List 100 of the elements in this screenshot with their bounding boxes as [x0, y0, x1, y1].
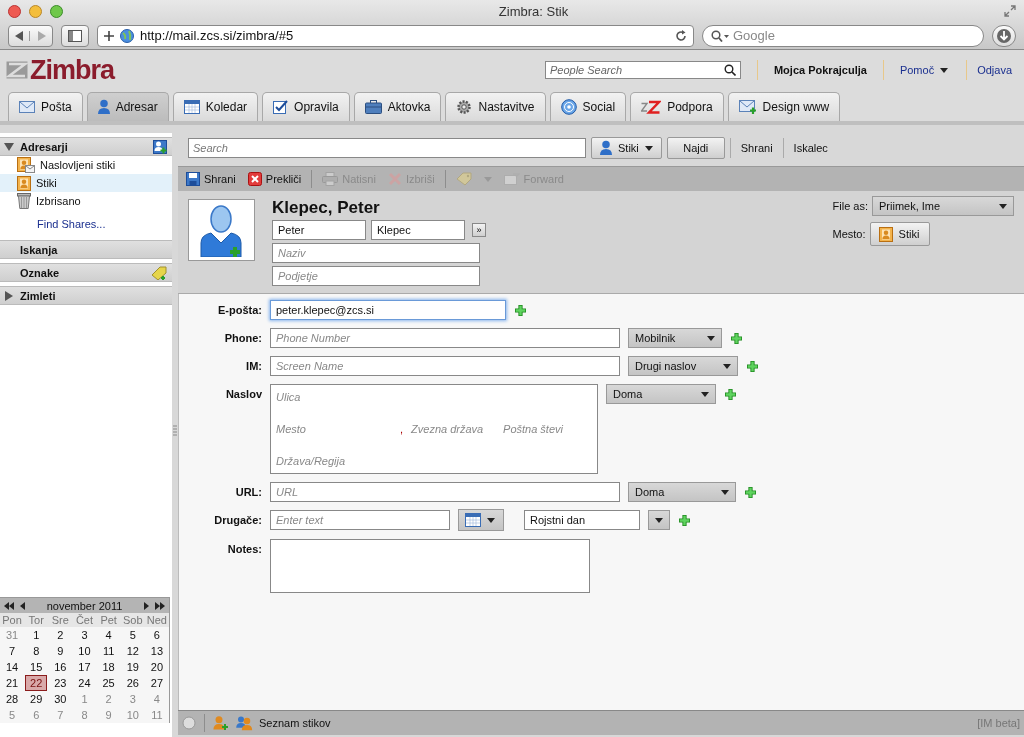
app-tab[interactable]: Nastavitve — [445, 92, 546, 121]
calendar-day[interactable]: 11 — [97, 643, 120, 659]
calendar-day[interactable]: 29 — [25, 691, 48, 707]
calendar-day[interactable]: 30 — [49, 691, 72, 707]
find-shares-link[interactable]: Find Shares... — [0, 210, 172, 236]
calendar-day[interactable]: 23 — [49, 675, 72, 691]
app-tab[interactable]: Adresar — [86, 92, 169, 121]
company-field[interactable]: Podjetje — [272, 266, 480, 286]
collapsed-arrow-icon[interactable] — [4, 290, 14, 301]
calendar-day[interactable]: 1 — [25, 627, 48, 643]
calendar-day[interactable]: 16 — [49, 659, 72, 675]
plus-icon[interactable] — [104, 30, 114, 41]
search-field[interactable]: Search — [188, 138, 586, 158]
app-tab[interactable]: Opravila — [262, 92, 350, 121]
plus-icon[interactable] — [678, 514, 691, 527]
calendar-day[interactable]: 5 — [121, 627, 144, 643]
type-dropdown[interactable]: Mobilnik — [628, 328, 722, 348]
calendar-day[interactable]: 24 — [73, 675, 96, 691]
help-menu[interactable]: Pomoč — [899, 64, 949, 76]
find-button[interactable]: Najdi — [666, 137, 725, 159]
add-address-book-icon[interactable] — [153, 139, 167, 154]
search-icon[interactable] — [723, 64, 736, 76]
calendar-day[interactable]: 25 — [97, 675, 120, 691]
calendar-day[interactable]: 20 — [145, 659, 168, 675]
section-header[interactable]: Oznake — [0, 263, 172, 282]
toolbar-button[interactable]: Shrani — [182, 169, 240, 189]
calendar-day[interactable]: 26 — [121, 675, 144, 691]
first-name-field[interactable]: Peter — [272, 220, 366, 240]
last-name-field[interactable]: Klepec — [371, 220, 465, 240]
save-search-link[interactable]: Shrani — [735, 142, 778, 154]
section-header[interactable]: Zimleti — [0, 286, 172, 305]
section-header[interactable]: Iskanja — [0, 240, 172, 259]
fullscreen-icon[interactable] — [1004, 5, 1016, 17]
plus-icon[interactable] — [730, 332, 743, 345]
type-dropdown[interactable]: Doma — [628, 482, 736, 502]
plus-icon[interactable] — [744, 486, 757, 499]
plus-icon[interactable] — [514, 304, 527, 317]
section-header[interactable]: Adresarji — [0, 137, 172, 156]
calendar-day[interactable]: 7 — [49, 707, 72, 723]
app-tab[interactable]: Social — [549, 92, 627, 121]
reload-icon[interactable] — [675, 29, 687, 42]
calendar-day[interactable]: 2 — [97, 691, 120, 707]
calendar-day[interactable]: 10 — [73, 643, 96, 659]
title-field[interactable]: Naziv — [272, 243, 480, 263]
calendar-day[interactable]: 22 — [25, 675, 48, 691]
field-type-dropdown[interactable] — [648, 510, 670, 530]
plus-icon[interactable] — [746, 360, 759, 373]
folder-item[interactable]: Izbrisano — [0, 192, 172, 210]
close-icon[interactable] — [8, 4, 21, 18]
app-tab[interactable]: Aktovka — [353, 92, 442, 121]
buddy-list-label[interactable]: Seznam stikov — [259, 717, 331, 729]
zoom-icon[interactable] — [50, 4, 63, 18]
notes-field[interactable] — [270, 539, 590, 593]
date-picker-button[interactable] — [458, 509, 504, 531]
text-field[interactable]: Screen Name — [270, 356, 620, 376]
calendar-day[interactable]: 14 — [1, 659, 24, 675]
calendar-day[interactable]: 9 — [49, 643, 72, 659]
file-as-dropdown[interactable]: Priimek, Ime — [872, 196, 1014, 216]
calendar-day[interactable]: 8 — [25, 643, 48, 659]
previous-year-icon[interactable] — [4, 601, 14, 610]
folder-item[interactable]: Stiki — [0, 174, 172, 192]
custom-field-name[interactable]: Rojstni dan — [524, 510, 640, 530]
calendar-day[interactable]: 2 — [49, 627, 72, 643]
app-tab[interactable]: Pošta — [8, 92, 83, 121]
calendar-day[interactable]: 10 — [121, 707, 144, 723]
type-dropdown[interactable]: Doma — [606, 384, 716, 404]
logout-link[interactable]: Odjava — [977, 64, 1012, 76]
calendar-day[interactable]: 15 — [25, 659, 48, 675]
app-tab[interactable]: Podpora — [630, 92, 724, 121]
text-field[interactable]: URL — [270, 482, 620, 502]
resize-handle-icon[interactable] — [173, 425, 177, 437]
calendar-day[interactable]: 27 — [145, 675, 168, 691]
expanded-arrow-icon[interactable] — [4, 141, 14, 152]
calendar-day[interactable]: 18 — [97, 659, 120, 675]
address-bar[interactable]: http://mail.zcs.si/zimbra/#5 — [97, 24, 694, 47]
next-month-icon[interactable] — [144, 601, 149, 610]
people-search-field[interactable]: People Search — [544, 61, 741, 79]
calendar-day[interactable]: 13 — [145, 643, 168, 659]
calendar-day[interactable]: 3 — [73, 627, 96, 643]
calendar-day[interactable]: 7 — [1, 643, 24, 659]
calendar-day[interactable]: 4 — [97, 627, 120, 643]
app-tab[interactable]: Design www — [727, 92, 841, 121]
calendar-day[interactable]: 12 — [121, 643, 144, 659]
calendar-day[interactable]: 28 — [1, 691, 24, 707]
calendar-day[interactable]: 5 — [1, 707, 24, 723]
previous-month-icon[interactable] — [20, 601, 25, 610]
text-field[interactable]: Phone Number — [270, 328, 620, 348]
calendar-day[interactable]: 6 — [145, 627, 168, 643]
type-dropdown[interactable]: Drugi naslov — [628, 356, 738, 376]
folder-button[interactable]: Stiki — [869, 222, 930, 246]
next-year-icon[interactable] — [155, 601, 165, 610]
calendar-day[interactable]: 21 — [1, 675, 24, 691]
folder-item[interactable]: Naslovljeni stiki — [0, 156, 172, 174]
calendar-day[interactable]: 19 — [121, 659, 144, 675]
toolbar-button[interactable]: Prekliči — [243, 169, 306, 189]
text-field[interactable]: peter.klepec@zcs.si — [270, 300, 506, 320]
plus-icon[interactable] — [724, 388, 737, 401]
search-builder-link[interactable]: Iskalec — [788, 142, 833, 154]
more-fields-button[interactable]: » — [472, 223, 486, 237]
search-field[interactable]: Google — [702, 24, 984, 47]
